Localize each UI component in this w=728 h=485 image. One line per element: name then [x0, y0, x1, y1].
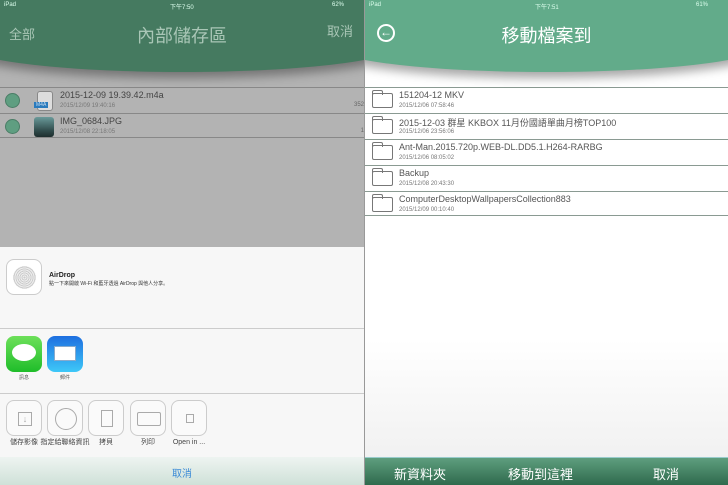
folder-row[interactable]: Ant-Man.2015.720p.WEB-DL.DD5.1.H264-RARB… — [365, 139, 728, 164]
airdrop-section: AirDrop 點一下來開啟 Wi-Fi 和藍牙透過 AirDrop 與他人分享… — [0, 247, 364, 329]
folder-date: 2015/12/09 00:10:40 — [399, 207, 455, 213]
file-row[interactable]: IMG_0684.JPG 2015/12/08 22:18:05 1 — [0, 113, 364, 138]
new-folder-button[interactable]: 新資料夾 — [394, 464, 446, 483]
page-title: 內部儲存區 — [137, 26, 227, 46]
cancel-button[interactable]: 取消 — [653, 464, 679, 483]
assign-contact-icon[interactable] — [47, 400, 83, 436]
share-cancel-button[interactable]: 取消 — [0, 457, 364, 485]
cancel-button[interactable]: 取消 — [327, 21, 353, 40]
file-type-badge: M4A — [34, 102, 49, 108]
folder-icon — [371, 194, 393, 212]
copy-icon[interactable] — [88, 400, 124, 436]
folder-icon — [371, 168, 393, 186]
clock: 下午7:51 — [535, 5, 559, 11]
actions-section: ↓ 儲存影像 指定給聯絡資訊 拷貝 列印 Open in ... — [0, 395, 364, 455]
folder-date: 2015/12/06 07:58:46 — [399, 103, 455, 109]
image-thumbnail — [34, 117, 54, 137]
move-here-button[interactable]: 移動到這裡 — [508, 464, 573, 483]
file-date: 2015/12/08 22:18:05 — [60, 129, 116, 135]
device-label: iPad — [4, 2, 17, 8]
folder-row[interactable]: 151204-12 MKV 2015/12/06 07:58:46 — [365, 87, 728, 112]
folder-name: 2015-12-03 群星 KKBOX 11月份國語單曲月榜TOP100 — [399, 118, 617, 128]
clock: 下午7:50 — [170, 5, 194, 11]
battery-percent: 62% — [331, 2, 344, 8]
save-image-icon[interactable]: ↓ — [6, 400, 42, 436]
folder-date: 2015/12/08 20:43:30 — [399, 181, 455, 187]
audio-file-icon: M4A — [34, 91, 53, 111]
right-screen: iPad 下午7:51 61% ← 移動檔案到 151204-12 MKV 201… — [364, 0, 728, 485]
file-name: IMG_0684.JPG — [60, 116, 123, 126]
print-icon[interactable] — [130, 400, 166, 436]
file-date: 2015/12/09 19:40:16 — [60, 103, 116, 109]
select-radio[interactable] — [5, 93, 20, 108]
status-bar: iPad 下午7:51 61% — [365, 0, 728, 12]
folder-row[interactable]: 2015-12-03 群星 KKBOX 11月份國語單曲月榜TOP100 2015… — [365, 113, 728, 138]
folder-row[interactable]: ComputerDesktopWallpapersCollection883 20… — [365, 191, 728, 216]
file-row[interactable]: M4A 2015-12-09 19.39.42.m4a 2015/12/09 1… — [0, 87, 364, 112]
airdrop-description: 點一下來開啟 Wi-Fi 和藍牙透過 AirDrop 與他人分享。 — [49, 281, 169, 287]
airdrop-title: AirDrop — [49, 272, 76, 279]
page-title: 移動檔案到 — [501, 26, 592, 46]
file-size: 352 — [353, 102, 364, 108]
open-in-icon[interactable] — [171, 400, 207, 436]
select-radio[interactable] — [5, 119, 20, 134]
battery-percent: 61% — [695, 2, 708, 8]
folder-row[interactable]: Backup 2015/12/08 20:43:30 — [365, 165, 728, 190]
messages-icon[interactable] — [6, 336, 42, 372]
folder-icon — [371, 142, 393, 160]
left-screen: iPad 下午7:50 62% 全部 內部儲存區 取消 M4A 2015-12-… — [0, 0, 364, 485]
device-label: iPad — [369, 2, 382, 8]
folder-date: 2015/12/06 08:05:02 — [399, 155, 455, 161]
folder-name: Ant-Man.2015.720p.WEB-DL.DD5.1.H264-RARB… — [399, 142, 603, 152]
folder-name: 151204-12 MKV — [399, 90, 465, 100]
mail-label: 郵件 — [59, 375, 70, 381]
open-in-label: Open in ... — [172, 439, 206, 446]
airdrop-icon[interactable] — [6, 259, 42, 295]
apps-section: 訊息 郵件 — [0, 329, 364, 394]
status-bar: iPad 下午7:50 62% — [0, 0, 364, 12]
share-sheet: AirDrop 點一下來開啟 Wi-Fi 和藍牙透過 AirDrop 與他人分享… — [0, 247, 364, 485]
folder-name: ComputerDesktopWallpapersCollection883 — [399, 194, 571, 204]
folder-name: Backup — [399, 168, 430, 178]
mail-icon[interactable] — [47, 336, 83, 372]
bottom-toolbar: 新資料夾 移動到這裡 取消 — [365, 457, 728, 485]
folder-icon — [371, 90, 393, 108]
file-name: 2015-12-09 19.39.42.m4a — [60, 90, 164, 100]
folder-icon — [371, 116, 393, 134]
folder-date: 2015/12/06 23:56:06 — [399, 129, 455, 135]
